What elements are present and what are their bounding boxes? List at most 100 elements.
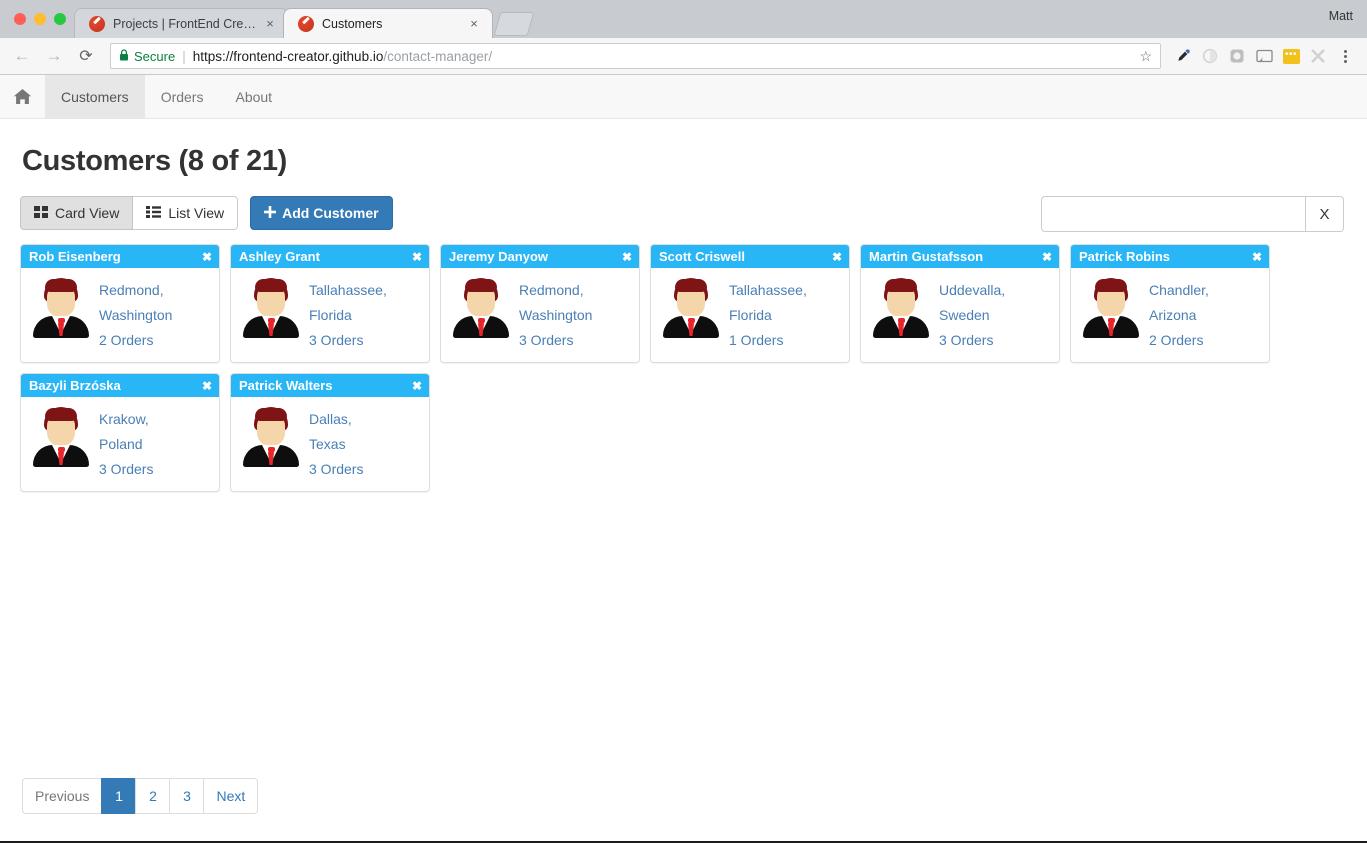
add-customer-button[interactable]: Add Customer (250, 196, 393, 230)
customer-card-header: Martin Gustafsson ✖ (861, 245, 1059, 268)
customer-card-body: Chandler, Arizona 2 Orders (1071, 268, 1269, 362)
view-toggle-group: Card View List View (20, 196, 239, 230)
customer-region[interactable]: Poland (99, 432, 153, 456)
customer-card-body: Krakow, Poland 3 Orders (21, 397, 219, 491)
browser-tab-projects[interactable]: Projects | FrontEnd Creator × (74, 8, 289, 38)
address-bar[interactable]: Secure | https://frontend-creator.github… (110, 43, 1161, 69)
tab-close-icon[interactable]: × (262, 16, 278, 32)
close-window-button[interactable] (14, 13, 26, 25)
cast-icon[interactable] (1252, 44, 1276, 68)
maximize-window-button[interactable] (54, 13, 66, 25)
pagination-next[interactable]: Next (203, 778, 259, 814)
pagination-previous[interactable]: Previous (22, 778, 102, 814)
customer-city[interactable]: Uddevalla, (939, 278, 1005, 302)
customer-city[interactable]: Krakow, (99, 407, 153, 431)
customer-details: Dallas, Texas 3 Orders (309, 405, 363, 481)
nav-label: Orders (160, 88, 204, 105)
customer-region[interactable]: Florida (729, 303, 807, 327)
avatar (1079, 276, 1143, 338)
customer-city[interactable]: Tallahassee, (309, 278, 387, 302)
delete-customer-icon[interactable]: ✖ (406, 379, 422, 393)
reload-icon[interactable]: ⟳ (72, 42, 100, 70)
card-view-label: Card View (55, 205, 120, 221)
delete-customer-icon[interactable]: ✖ (616, 250, 632, 264)
page-title: Customers (8 of 21) (22, 145, 288, 177)
avatar (869, 276, 933, 338)
nav-item-about[interactable]: About (219, 75, 288, 118)
puzzle-icon[interactable] (1306, 44, 1330, 68)
avatar (239, 276, 303, 338)
customer-orders[interactable]: 2 Orders (99, 328, 172, 352)
customer-name: Martin Gustafsson (869, 249, 984, 264)
card-view-button[interactable]: Card View (20, 196, 134, 230)
customer-region[interactable]: Florida (309, 303, 387, 327)
delete-customer-icon[interactable]: ✖ (406, 250, 422, 264)
customer-card-body: Redmond, Washington 2 Orders (21, 268, 219, 362)
customer-region[interactable]: Washington (99, 303, 172, 327)
tab-title: Projects | FrontEnd Creator (113, 16, 256, 31)
extension-toolbar: ••• (1171, 44, 1359, 68)
avatar (659, 276, 723, 338)
delete-customer-icon[interactable]: ✖ (196, 379, 212, 393)
bookmark-star-icon[interactable]: ☆ (1139, 48, 1152, 65)
customer-orders[interactable]: 3 Orders (309, 457, 363, 481)
customer-orders[interactable]: 3 Orders (99, 457, 153, 481)
customer-city[interactable]: Dallas, (309, 407, 363, 431)
new-tab-button[interactable] (493, 12, 535, 36)
search-input[interactable] (1041, 196, 1306, 232)
pagination: Previous 1 2 3 Next (22, 778, 259, 814)
customer-card-2[interactable]: Jeremy Danyow ✖ Redmond, Washington 3 Or… (440, 244, 640, 363)
url-path: /contact-manager/ (383, 48, 493, 64)
customer-card-6[interactable]: Bazyli Brzóska ✖ Krakow, Poland 3 Orders (20, 373, 220, 492)
clear-search-button[interactable]: X (1306, 196, 1344, 232)
browser-tab-customers[interactable]: Customers × (283, 8, 493, 38)
view-toolbar: Card View List View Add Customer X (20, 196, 1347, 232)
nav-item-customers[interactable]: Customers (45, 75, 145, 118)
delete-customer-icon[interactable]: ✖ (826, 250, 842, 264)
minimize-window-button[interactable] (34, 13, 46, 25)
tab-title: Customers (322, 16, 383, 31)
pagination-1[interactable]: 1 (101, 778, 136, 814)
customer-card-header: Patrick Robins ✖ (1071, 245, 1269, 268)
delete-customer-icon[interactable]: ✖ (196, 250, 212, 264)
extension-badge-icon[interactable]: ••• (1279, 44, 1303, 68)
customer-orders[interactable]: 3 Orders (939, 328, 1005, 352)
avatar (449, 276, 513, 338)
tab-close-icon[interactable]: × (466, 16, 482, 32)
customer-region[interactable]: Arizona (1149, 303, 1209, 327)
circle-icon[interactable] (1198, 44, 1222, 68)
plus-icon (264, 205, 277, 221)
customer-card-3[interactable]: Scott Criswell ✖ Tallahassee, Florida 1 … (650, 244, 850, 363)
eyedropper-icon[interactable] (1171, 44, 1195, 68)
customer-city[interactable]: Chandler, (1149, 278, 1209, 302)
customer-card-0[interactable]: Rob Eisenberg ✖ Redmond, Washington 2 Or… (20, 244, 220, 363)
customer-region[interactable]: Washington (519, 303, 592, 327)
customer-orders[interactable]: 2 Orders (1149, 328, 1209, 352)
list-view-button[interactable]: List View (133, 196, 239, 230)
customer-card-1[interactable]: Ashley Grant ✖ Tallahassee, Florida 3 Or… (230, 244, 430, 363)
kebab-menu-icon[interactable] (1333, 44, 1357, 68)
square-icon[interactable] (1225, 44, 1249, 68)
customer-city[interactable]: Redmond, (99, 278, 172, 302)
nav-item-orders[interactable]: Orders (145, 75, 220, 118)
pagination-2[interactable]: 2 (135, 778, 170, 814)
customer-region[interactable]: Sweden (939, 303, 1005, 327)
customer-card-4[interactable]: Martin Gustafsson ✖ Uddevalla, Sweden 3 … (860, 244, 1060, 363)
delete-customer-icon[interactable]: ✖ (1246, 250, 1262, 264)
window-controls (10, 0, 74, 38)
pagination-3[interactable]: 3 (169, 778, 204, 814)
customer-orders[interactable]: 3 Orders (309, 328, 387, 352)
customer-city[interactable]: Redmond, (519, 278, 592, 302)
customer-region[interactable]: Texas (309, 432, 363, 456)
forward-icon[interactable]: → (40, 42, 68, 70)
customer-city[interactable]: Tallahassee, (729, 278, 807, 302)
customer-card-7[interactable]: Patrick Walters ✖ Dallas, Texas 3 Orders (230, 373, 430, 492)
browser-profile-label[interactable]: Matt (1329, 9, 1353, 23)
delete-customer-icon[interactable]: ✖ (1036, 250, 1052, 264)
customer-card-5[interactable]: Patrick Robins ✖ Chandler, Arizona 2 Ord… (1070, 244, 1270, 363)
customer-orders[interactable]: 1 Orders (729, 328, 807, 352)
customer-details: Tallahassee, Florida 1 Orders (729, 276, 807, 352)
home-icon[interactable] (0, 75, 45, 118)
customer-orders[interactable]: 3 Orders (519, 328, 592, 352)
back-icon[interactable]: ← (8, 42, 36, 70)
